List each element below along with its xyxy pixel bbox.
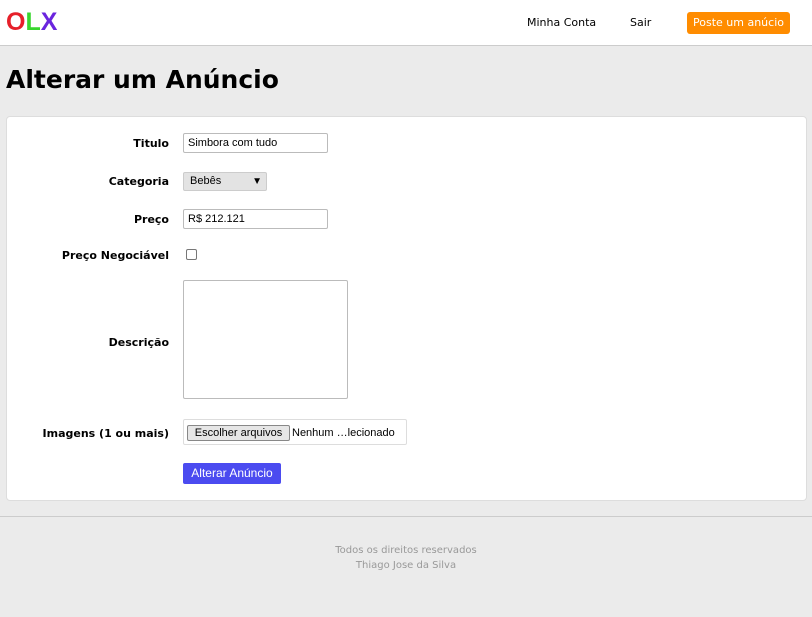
price-label: Preço — [133, 213, 169, 226]
description-textarea[interactable] — [183, 280, 348, 399]
top-header: OLX Minha Conta Sair Poste um anúcio — [0, 0, 812, 46]
description-label: Descrição — [108, 336, 169, 349]
logo-letter-l: L — [25, 8, 41, 36]
footer-divider — [0, 516, 812, 517]
file-status-text: Nenhum …lecionado — [292, 427, 395, 439]
title-label: Titulo — [133, 137, 169, 150]
images-file-input[interactable]: Escolher arquivos Nenhum …lecionado — [183, 419, 407, 445]
my-account-link[interactable]: Minha Conta — [527, 16, 596, 29]
footer-copyright: Todos os direitos reservados — [335, 545, 477, 556]
title-input[interactable]: Simbora com tudo — [183, 133, 328, 153]
chevron-down-icon: ▼ — [252, 176, 262, 187]
price-input[interactable]: R$ 212.121 — [183, 209, 328, 229]
post-ad-button[interactable]: Poste um anúcio — [687, 12, 790, 34]
category-selected-value: Bebês — [190, 175, 222, 187]
choose-files-button[interactable]: Escolher arquivos — [187, 425, 290, 441]
footer: Todos os direitos reservados Thiago Jose… — [0, 543, 812, 573]
category-label: Categoria — [108, 175, 169, 188]
logo-letter-x: X — [40, 8, 58, 36]
page-title: Alterar um Anúncio — [6, 65, 279, 94]
negotiable-price-checkbox[interactable] — [186, 249, 197, 260]
category-select[interactable]: Bebês ▼ — [183, 172, 267, 191]
update-ad-button[interactable]: Alterar Anúncio — [183, 463, 281, 484]
olx-logo[interactable]: OLX — [6, 9, 57, 36]
edit-ad-form: Titulo Simbora com tudo Categoria Bebês … — [6, 116, 807, 501]
negotiable-price-label: Preço Negociável — [61, 249, 169, 262]
images-label: Imagens (1 ou mais) — [42, 427, 169, 440]
logo-letter-o: O — [6, 8, 26, 36]
logout-link[interactable]: Sair — [630, 16, 651, 29]
footer-author: Thiago Jose da Silva — [355, 560, 457, 571]
